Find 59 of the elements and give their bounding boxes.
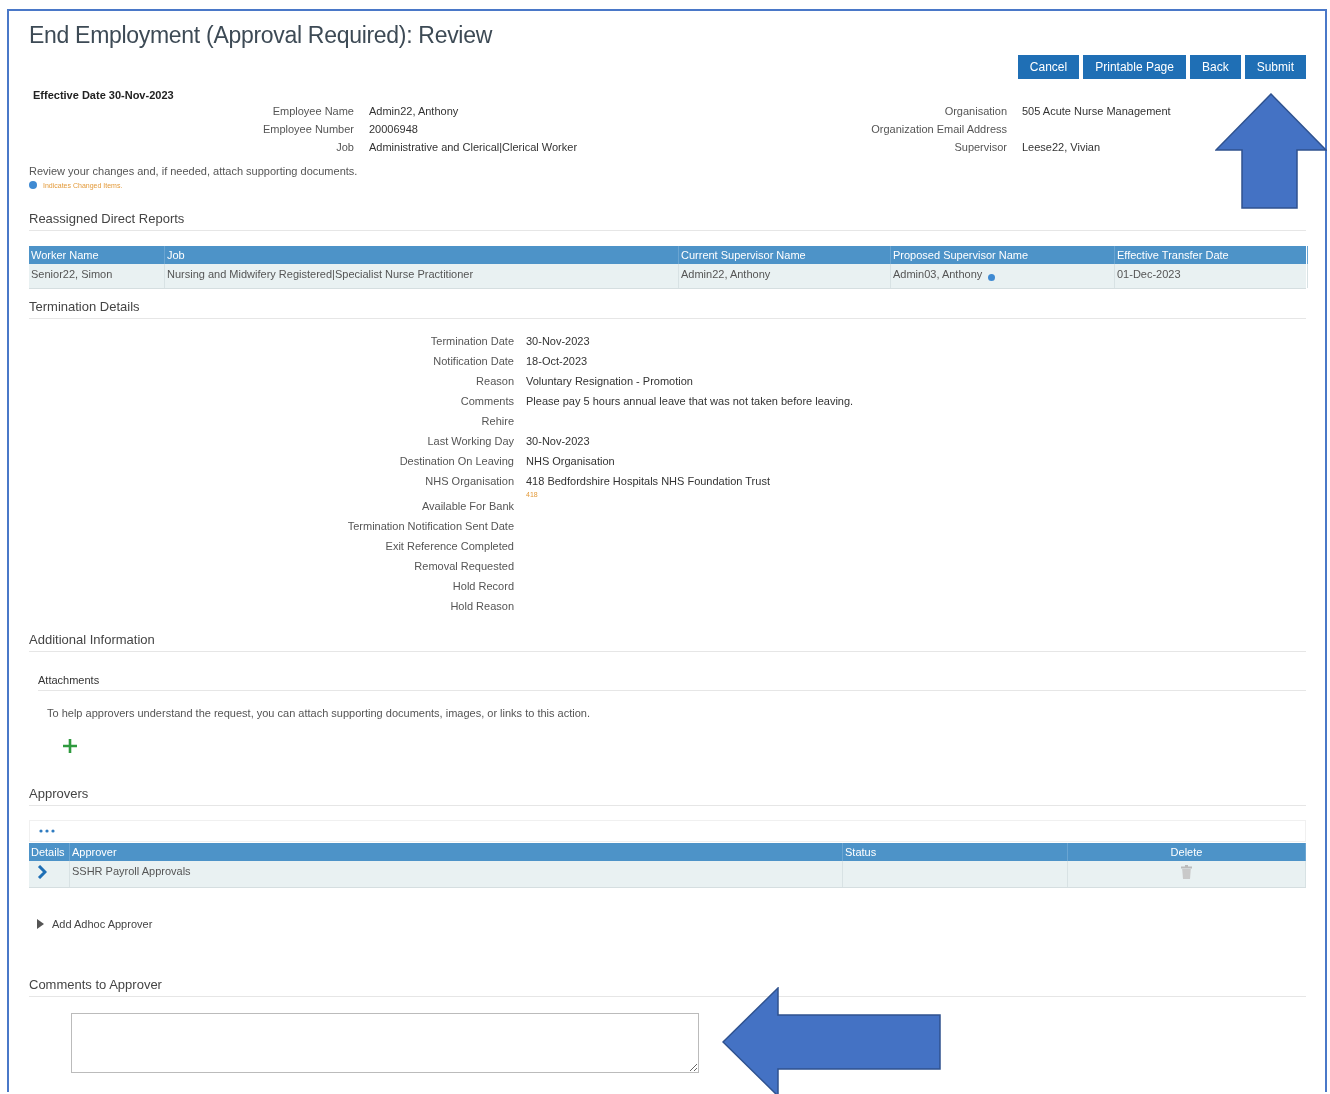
cell-text: 01-Dec-2023 [1117,268,1181,280]
section-heading: Comments to Approver [29,977,1306,997]
field-label: Notification Date [432,355,514,369]
action-button[interactable]: Cancel [1017,55,1080,79]
effective-date: Effective Date 30-Nov-2023 [33,89,175,101]
section-heading: Approvers [29,786,1306,806]
cell-text: Admin03, Anthony [893,268,983,280]
add-icon[interactable] [63,739,77,753]
field-value: Leese22, Vivian [1022,141,1102,153]
field-value: Admin22, Anthony [369,105,460,117]
more-icon[interactable] [39,829,55,833]
field-label: Last Working Day [426,435,514,449]
field-label: Organization Email Address [870,123,1007,135]
field-label: Reason [475,375,514,389]
cell-text: Senior22, Simon [31,268,113,280]
section-heading: Reassigned Direct Reports [29,211,1306,231]
field-value: 20006948 [369,123,419,135]
page-title: End Employment (Approval Required): Review [29,21,494,49]
cell-text: Admin22, Anthony [681,268,771,280]
field-label: Exit Reference Completed [384,540,514,554]
field-label: Destination On Leaving [398,455,514,469]
field-label: Supervisor [953,141,1007,153]
section-heading: Additional Information [29,632,1306,652]
field-label: Available For Bank [420,500,514,514]
caret-icon [37,919,44,929]
chevron-icon[interactable] [37,865,47,879]
action-button[interactable]: Printable Page [1083,55,1186,79]
comments-field[interactable] [71,1013,699,1073]
field-value: 18-Oct-2023 [526,355,589,367]
subsection-heading: Attachments [38,674,1306,691]
review-note: Review your changes and, if needed, attach supporting documents. [29,165,359,177]
field-value: Administrative and Clerical|Clerical Worker [369,141,579,153]
field-label: Employee Number [261,123,354,135]
action-button[interactable]: Back [1189,55,1241,79]
field-label: Removal Requested [413,560,514,574]
changed-item-icon [29,181,37,189]
table-cell: SSHR Payroll Approvals [70,861,843,887]
field-label: Rehire [480,415,514,429]
expand-toggle[interactable]: Add Adhoc Approver [37,918,153,930]
field-label: Termination Date [429,335,514,349]
field-label: Comments [459,395,514,409]
field-value: 418 Bedfordshire Hospitals NHS Foundation Trust [526,475,771,487]
attachments-hint: To help approvers understand the request, you can attach supporting documents, images, or links to this action. [47,707,591,719]
field-label: Hold Record [451,580,514,594]
field-label: Organisation [943,105,1007,117]
field-value: Voluntary Resignation - Promotion [526,375,694,387]
field-value: 30-Nov-2023 [526,335,591,347]
action-button[interactable]: Submit [1244,55,1306,79]
field-label: Termination Notification Sent Date [346,520,514,534]
field-value: Please pay 5 hours annual leave that was not taken before leaving. [526,395,855,407]
field-label: NHS Organisation [424,475,514,489]
field-label: Employee Name [271,105,354,117]
cell-text: Nursing and Midwifery Registered|Specialist Nurse Practitioner [167,268,474,280]
field-value: 30-Nov-2023 [526,435,591,447]
field-label: Hold Reason [449,600,514,614]
field-label: Job [335,141,354,153]
section-heading: Termination Details [29,299,1306,319]
field-value: NHS Organisation [526,455,616,467]
field-value: 505 Acute Nurse Management [1022,105,1172,117]
